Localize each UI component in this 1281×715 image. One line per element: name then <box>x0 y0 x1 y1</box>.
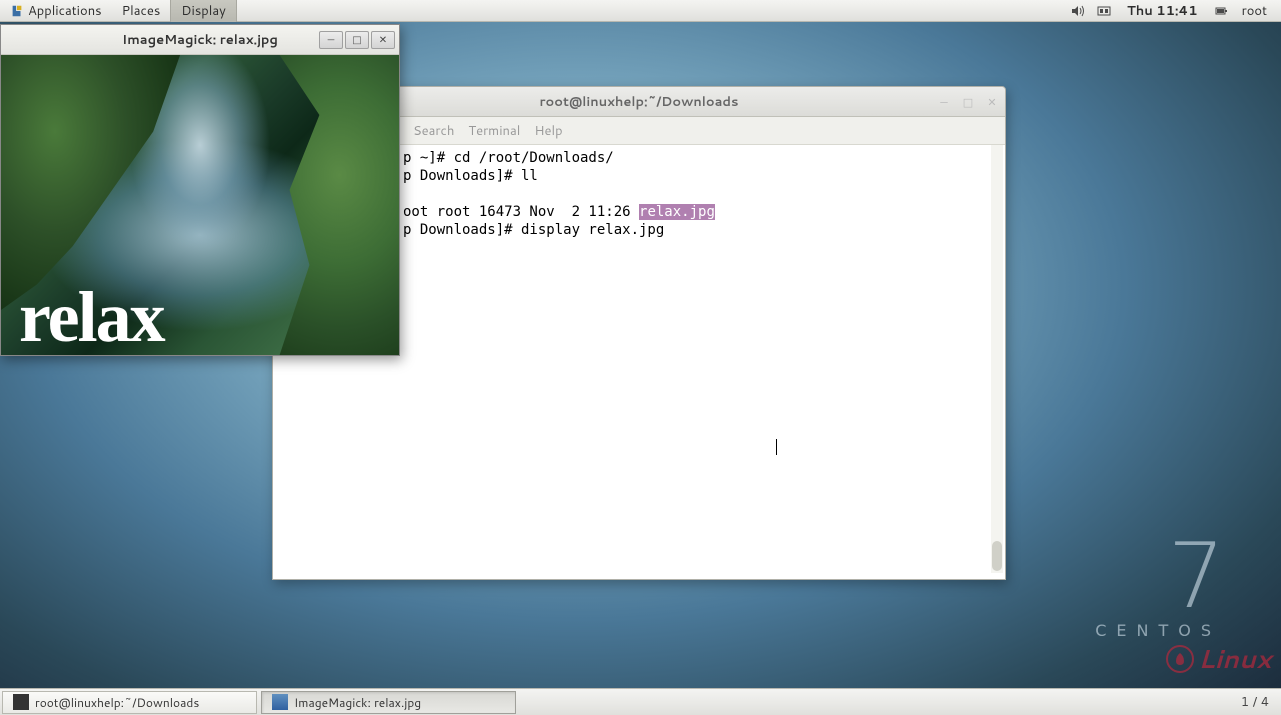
centos-name: CENTOS <box>1095 621 1221 640</box>
taskbar-terminal-label: root@linuxhelp:~/Downloads <box>35 694 199 711</box>
imagemagick-task-icon <box>272 694 288 710</box>
term-line-3-prefix: oot root 16473 Nov 2 11:26 <box>403 204 639 220</box>
imagemagick-titlebar[interactable]: ImageMagick: relax.jpg — □ ✕ <box>1 25 399 55</box>
term-line-1: p ~]# cd /root/Downloads/ <box>403 150 614 166</box>
places-menu[interactable]: Places <box>112 0 171 22</box>
user-menu[interactable]: root <box>1238 0 1271 22</box>
terminal-menu-search[interactable]: Search <box>413 122 454 140</box>
volume-icon[interactable] <box>1069 2 1087 20</box>
linux-watermark: Linux <box>1166 641 1271 677</box>
terminal-scrollbar[interactable] <box>991 145 1003 573</box>
network-icon[interactable] <box>1095 2 1113 20</box>
window-buttons: — □ ✕ <box>319 31 395 49</box>
clock-label: Thu 11:41 <box>1127 2 1198 20</box>
workspace-indicator[interactable]: 1 / 4 <box>1229 693 1281 711</box>
terminal-menu-help[interactable]: Help <box>534 122 562 140</box>
taskbar-button-terminal[interactable]: root@linuxhelp:~/Downloads <box>2 691 257 714</box>
taskbar-button-imagemagick[interactable]: ImageMagick: relax.jpg <box>261 691 516 714</box>
centos-7-number: 7 <box>1095 541 1221 613</box>
top-panel: Applications Places Display Thu 11:41 ro… <box>0 0 1281 22</box>
minimize-button[interactable]: — <box>319 31 343 49</box>
terminal-text-cursor <box>776 439 777 455</box>
terminal-window-buttons: — □ ✕ <box>937 94 999 110</box>
active-app-menu[interactable]: Display <box>170 0 237 22</box>
close-button[interactable]: ✕ <box>371 31 395 49</box>
bottom-panel: root@linuxhelp:~/Downloads ImageMagick: … <box>0 688 1281 715</box>
battery-icon[interactable] <box>1212 2 1230 20</box>
panel-left: Applications Places Display <box>0 0 237 22</box>
clock[interactable]: Thu 11:41 <box>1121 0 1204 22</box>
user-label: root <box>1242 2 1267 20</box>
term-line-4: p Downloads]# display relax.jpg <box>403 222 664 238</box>
applications-label: Applications <box>28 2 102 20</box>
terminal-scrollbar-thumb[interactable] <box>992 541 1002 571</box>
terminal-menu-terminal[interactable]: Terminal <box>468 122 520 140</box>
terminal-minimize-button[interactable]: — <box>937 94 951 110</box>
imagemagick-window: ImageMagick: relax.jpg — □ ✕ relax <box>0 24 400 356</box>
centos-watermark: 7 CENTOS <box>1095 541 1221 640</box>
terminal-maximize-button[interactable]: □ <box>961 94 975 110</box>
term-line-3-highlight: relax.jpg <box>639 204 715 220</box>
taskbar-imagemagick-label: ImageMagick: relax.jpg <box>294 694 421 711</box>
term-line-2: p Downloads]# ll <box>403 168 538 184</box>
relax-image-text: relax <box>19 281 164 353</box>
workspace-label: 1 / 4 <box>1241 693 1269 711</box>
places-label: Places <box>122 2 161 20</box>
applications-menu[interactable]: Applications <box>0 0 112 22</box>
terminal-close-button[interactable]: ✕ <box>985 94 999 110</box>
linux-watermark-text: Linux <box>1198 641 1271 677</box>
linux-watermark-icon <box>1166 645 1194 673</box>
apps-foot-icon <box>10 4 24 18</box>
active-app-label: Display <box>181 2 226 20</box>
terminal-task-icon <box>13 694 29 710</box>
maximize-button[interactable]: □ <box>345 31 369 49</box>
imagemagick-content: relax <box>1 55 399 355</box>
panel-right: Thu 11:41 root <box>1069 0 1281 22</box>
